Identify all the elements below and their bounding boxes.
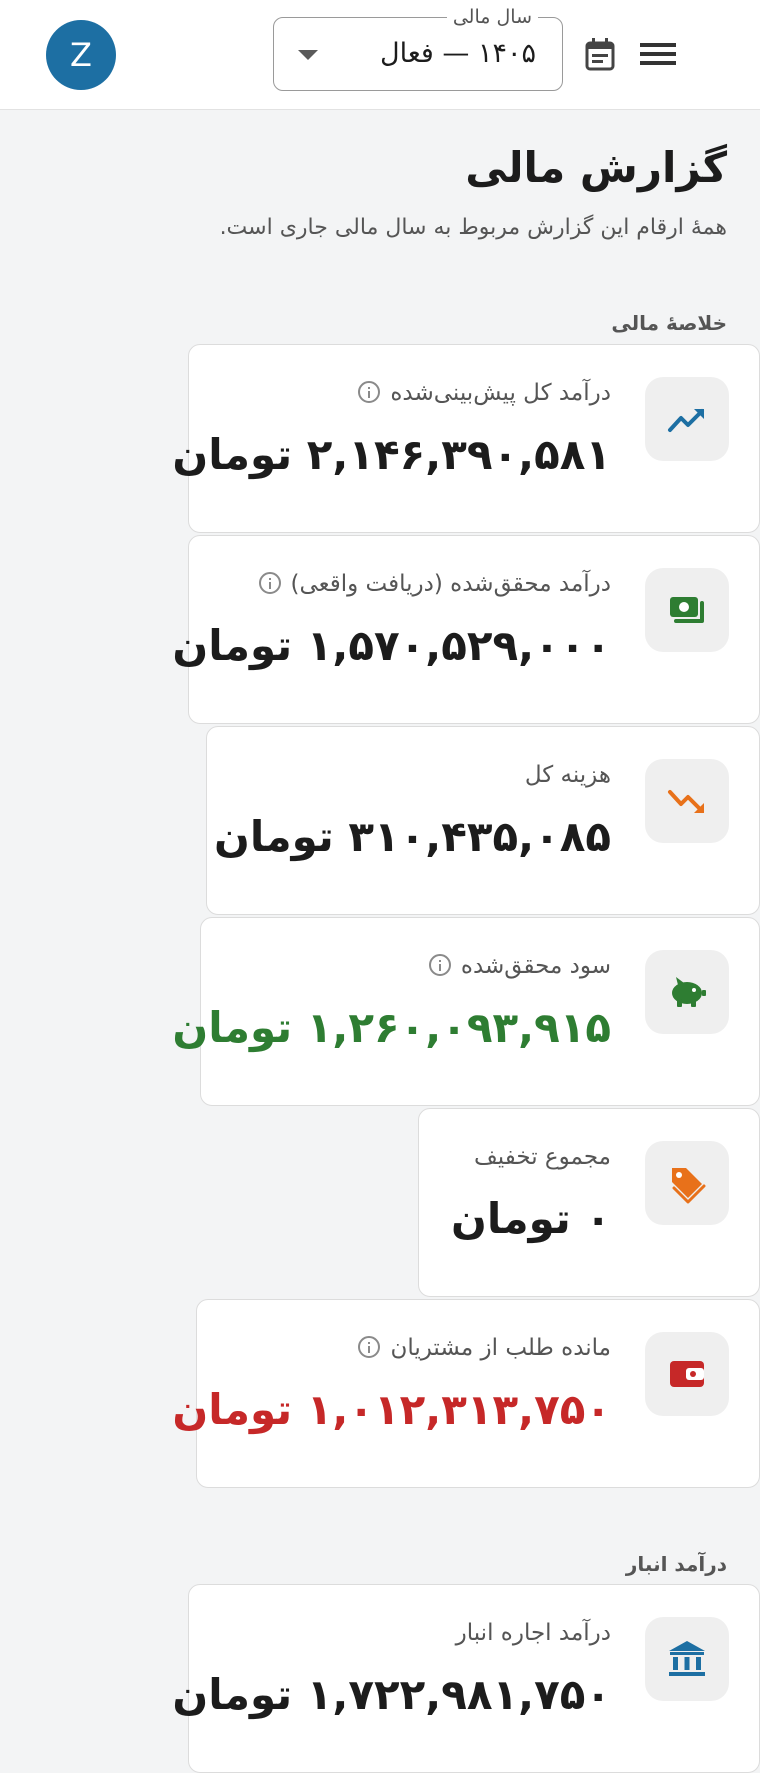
card-label: درآمد کل پیش‌بینی‌شده: [390, 380, 611, 406]
customer-debt-card: مانده طلب از مشتریان ۱,۰۱۲,۳۱۳,۷۵۰ تومان: [172, 1299, 760, 1488]
card-label-wrap: درآمد محقق‌شده (دریافت واقعی): [258, 566, 611, 602]
chevron-down-icon: [298, 50, 318, 60]
wallet-icon: [670, 1361, 704, 1387]
trending-up-icon: [668, 409, 704, 432]
section-title-warehouse: درآمد انبار: [625, 1552, 727, 1576]
calendar-icon: [585, 38, 615, 71]
card-value: ۱,۷۲۲,۹۸۱,۷۵۰ تومان: [172, 1670, 611, 1719]
card-value: ۰ تومان: [451, 1194, 611, 1243]
card-label: هزینه کل: [524, 762, 611, 788]
card-value: ۱,۵۷۰,۵۲۹,۰۰۰ تومان: [172, 621, 611, 670]
trending-down-icon: [668, 790, 704, 813]
card-label: مجموع تخفیف: [473, 1144, 611, 1170]
page-title: گزارش مالی: [465, 143, 727, 192]
page-subtitle: همهٔ ارقام این گزارش مربوط به سال مالی ج…: [219, 215, 727, 240]
cash-icon: [670, 597, 704, 623]
info-icon[interactable]: [258, 571, 281, 594]
icon-container: [645, 950, 729, 1034]
menu-button[interactable]: [638, 36, 678, 72]
total-expense-card: هزینه کل ۳۱۰,۴۳۵,۰۸۵ تومان: [206, 726, 760, 915]
hamburger-menu-icon: [640, 43, 676, 65]
card-value: ۱,۲۶۰,۰۹۳,۹۱۵ تومان: [172, 1003, 611, 1052]
card-label: درآمد محقق‌شده (دریافت واقعی): [290, 571, 611, 597]
warehouse-rent-card: درآمد اجاره انبار ۱,۷۲۲,۹۸۱,۷۵۰ تومان: [172, 1584, 760, 1773]
app-bar: Z سال مالی ۱۴۰۵ — فعال: [0, 0, 760, 110]
icon-container: [645, 377, 729, 461]
section-title-summary: خلاصهٔ مالی: [611, 311, 727, 335]
card-label-wrap: سود محقق‌شده: [428, 948, 611, 984]
forecast-income-card: درآمد کل پیش‌بینی‌شده ۲,۱۴۶,۳۹۰,۵۸۱ توما…: [172, 344, 760, 533]
icon-container: [645, 568, 729, 652]
tag-icon: [672, 1168, 706, 1204]
icon-container: [645, 1617, 729, 1701]
piggy-bank-icon: [672, 977, 706, 1007]
card-label-wrap: مانده طلب از مشتریان: [358, 1330, 611, 1366]
realized-profit-card: سود محقق‌شده ۱,۲۶۰,۰۹۳,۹۱۵ تومان: [172, 917, 760, 1106]
fiscal-year-label: سال مالی: [446, 4, 538, 30]
card-label-wrap: درآمد کل پیش‌بینی‌شده: [358, 375, 611, 411]
realized-income-card: درآمد محقق‌شده (دریافت واقعی) ۱,۵۷۰,۵۲۹,…: [172, 535, 760, 724]
info-icon[interactable]: [358, 380, 381, 403]
card-value: ۱,۰۱۲,۳۱۳,۷۵۰ تومان: [172, 1385, 611, 1434]
icon-container: [645, 1141, 729, 1225]
calendar-button[interactable]: [582, 36, 618, 72]
card-label: مانده طلب از مشتریان: [390, 1335, 611, 1361]
card-label: درآمد اجاره انبار: [455, 1620, 611, 1646]
total-discount-card: مجموع تخفیف ۰ تومان: [418, 1108, 760, 1297]
icon-container: [645, 759, 729, 843]
fiscal-year-value: ۱۴۰۵ — فعال: [380, 38, 536, 69]
avatar[interactable]: Z: [46, 20, 116, 90]
info-icon[interactable]: [358, 1335, 381, 1358]
info-icon[interactable]: [428, 953, 451, 976]
bank-icon: [669, 1641, 705, 1676]
card-value: ۲,۱۴۶,۳۹۰,۵۸۱ تومان: [172, 430, 611, 479]
fiscal-year-select[interactable]: سال مالی ۱۴۰۵ — فعال: [273, 4, 563, 91]
icon-container: [645, 1332, 729, 1416]
card-value: ۳۱۰,۴۳۵,۰۸۵ تومان: [214, 812, 611, 861]
card-label: سود محقق‌شده: [460, 953, 611, 979]
